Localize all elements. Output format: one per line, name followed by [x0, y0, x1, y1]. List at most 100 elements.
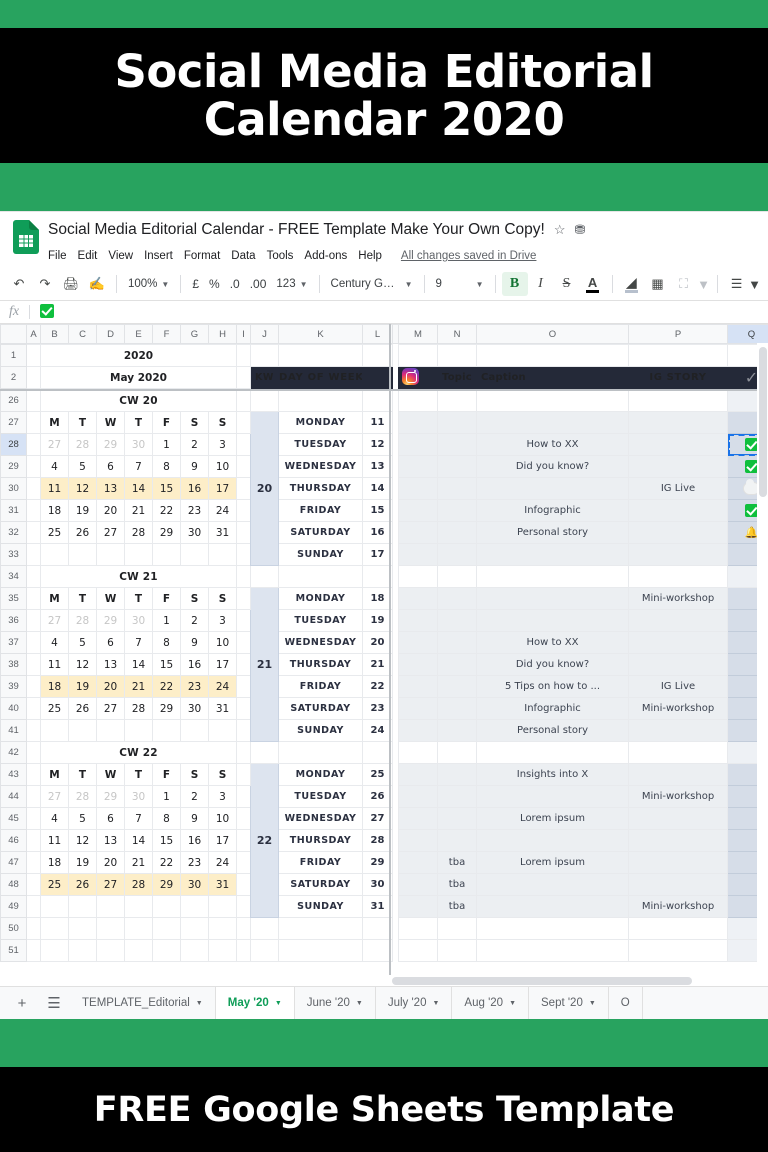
column-header-H[interactable]: H: [208, 324, 237, 344]
vertical-scroll-thumb[interactable]: [759, 347, 767, 497]
day-of-week-cell[interactable]: FRIDAY: [278, 851, 363, 874]
spreadsheet-grid[interactable]: A B C D E F G H I J K L M N O P Q 1 2020…: [0, 324, 768, 986]
calendar-day-cell[interactable]: 20: [96, 675, 125, 698]
cell-A27[interactable]: [26, 411, 41, 434]
row-header-47[interactable]: 47: [0, 851, 27, 874]
cell-L42[interactable]: [362, 741, 393, 764]
cell-M45[interactable]: [398, 807, 438, 830]
calendar-day-cell[interactable]: 22: [152, 499, 181, 522]
move-to-drive-icon[interactable]: ⛃: [574, 222, 585, 238]
menu-data[interactable]: Data: [231, 250, 255, 262]
ig-story-cell[interactable]: [628, 873, 728, 896]
column-header-D[interactable]: D: [96, 324, 125, 344]
font-family-selector[interactable]: Century Go... ▼: [326, 278, 418, 290]
calendar-day-cell[interactable]: 11: [40, 477, 69, 500]
caption-cell[interactable]: [476, 609, 629, 632]
day-of-week-cell[interactable]: THURSDAY: [278, 477, 363, 500]
cell-M36[interactable]: [398, 609, 438, 632]
cell-year-label[interactable]: 2020: [40, 344, 237, 367]
sheet-tab-may-20[interactable]: May '20 ▼: [215, 987, 295, 1019]
calendar-weekday-1[interactable]: T: [68, 763, 97, 786]
row-header-43[interactable]: 43: [0, 763, 27, 786]
cell-P34[interactable]: [628, 565, 728, 588]
chevron-down-icon-tab2[interactable]: ▼: [356, 1000, 363, 1007]
cell-N34[interactable]: [437, 565, 477, 588]
date-cell[interactable]: 25: [362, 763, 393, 786]
cell-empty[interactable]: [68, 895, 97, 918]
caption-cell[interactable]: Personal story: [476, 719, 629, 742]
row-header-37[interactable]: 37: [0, 631, 27, 654]
cell-I45[interactable]: [236, 807, 251, 830]
caption-cell[interactable]: [476, 785, 629, 808]
row-header-30[interactable]: 30: [0, 477, 27, 500]
topic-cell[interactable]: [437, 829, 477, 852]
calendar-weekday-2[interactable]: W: [96, 763, 125, 786]
caption-cell[interactable]: Lorem ipsum: [476, 851, 629, 874]
calendar-day-cell[interactable]: 11: [40, 829, 69, 852]
cell-empty[interactable]: [152, 917, 181, 940]
week-number-cell[interactable]: 20: [250, 411, 279, 566]
cell-empty[interactable]: [124, 895, 153, 918]
day-of-week-cell[interactable]: THURSDAY: [278, 829, 363, 852]
calendar-day-cell[interactable]: 15: [152, 829, 181, 852]
calendar-day-cell[interactable]: 22: [152, 851, 181, 874]
topic-cell[interactable]: [437, 477, 477, 500]
cell-O51[interactable]: [476, 939, 629, 962]
menu-file[interactable]: File: [48, 250, 67, 262]
calendar-weekday-0[interactable]: M: [40, 763, 69, 786]
calendar-day-cell[interactable]: 17: [208, 829, 237, 852]
cell-J42[interactable]: [250, 741, 279, 764]
row-header-49[interactable]: 49: [0, 895, 27, 918]
cell-K1[interactable]: [278, 344, 363, 367]
calendar-day-cell[interactable]: 30: [124, 433, 153, 456]
horizontal-align-icon[interactable]: ☰: [724, 272, 750, 296]
calendar-day-cell[interactable]: 31: [208, 521, 237, 544]
calendar-weekday-5[interactable]: S: [180, 411, 209, 434]
column-header-C[interactable]: C: [68, 324, 97, 344]
calendar-day-cell[interactable]: 28: [124, 873, 153, 896]
date-cell[interactable]: 24: [362, 719, 393, 742]
calendar-day-cell[interactable]: 1: [152, 609, 181, 632]
cell-empty[interactable]: [180, 939, 209, 962]
day-of-week-cell[interactable]: TUESDAY: [278, 433, 363, 456]
caption-cell[interactable]: How to XX: [476, 433, 629, 456]
column-header-J[interactable]: J: [250, 324, 279, 344]
ig-story-cell[interactable]: [628, 851, 728, 874]
cell-I33[interactable]: [236, 543, 251, 566]
topic-cell[interactable]: tba: [437, 895, 477, 918]
calendar-weekday-4[interactable]: F: [152, 411, 181, 434]
calendar-day-cell[interactable]: 8: [152, 631, 181, 654]
topic-cell[interactable]: [437, 609, 477, 632]
calendar-day-cell[interactable]: 8: [152, 455, 181, 478]
ig-story-cell[interactable]: [628, 411, 728, 434]
cell-empty[interactable]: [152, 543, 181, 566]
caption-cell[interactable]: Did you know?: [476, 653, 629, 676]
caption-cell[interactable]: [476, 587, 629, 610]
cell-empty[interactable]: [68, 939, 97, 962]
all-sheets-icon[interactable]: ☰: [38, 987, 70, 1019]
cell-M31[interactable]: [398, 499, 438, 522]
horizontal-scrollbar[interactable]: [0, 975, 757, 986]
calendar-day-cell[interactable]: 7: [124, 455, 153, 478]
day-of-week-cell[interactable]: MONDAY: [278, 587, 363, 610]
day-of-week-cell[interactable]: SUNDAY: [278, 719, 363, 742]
row-header-35[interactable]: 35: [0, 587, 27, 610]
borders-icon[interactable]: ▦: [645, 272, 671, 296]
cell-M33[interactable]: [398, 543, 438, 566]
cell-A30[interactable]: [26, 477, 41, 500]
cell-O26[interactable]: [476, 389, 629, 412]
cell-empty[interactable]: [40, 917, 69, 940]
row-header-38[interactable]: 38: [0, 653, 27, 676]
date-cell[interactable]: 12: [362, 433, 393, 456]
calendar-day-cell[interactable]: 27: [40, 785, 69, 808]
calendar-day-cell[interactable]: 30: [180, 873, 209, 896]
row-header-44[interactable]: 44: [0, 785, 27, 808]
day-of-week-cell[interactable]: SUNDAY: [278, 895, 363, 918]
calendar-day-cell[interactable]: 29: [152, 521, 181, 544]
calendar-day-cell[interactable]: 15: [152, 477, 181, 500]
cell-empty[interactable]: [180, 543, 209, 566]
row-header-41[interactable]: 41: [0, 719, 27, 742]
row-header-29[interactable]: 29: [0, 455, 27, 478]
cell-O34[interactable]: [476, 565, 629, 588]
cell-I36[interactable]: [236, 609, 251, 632]
